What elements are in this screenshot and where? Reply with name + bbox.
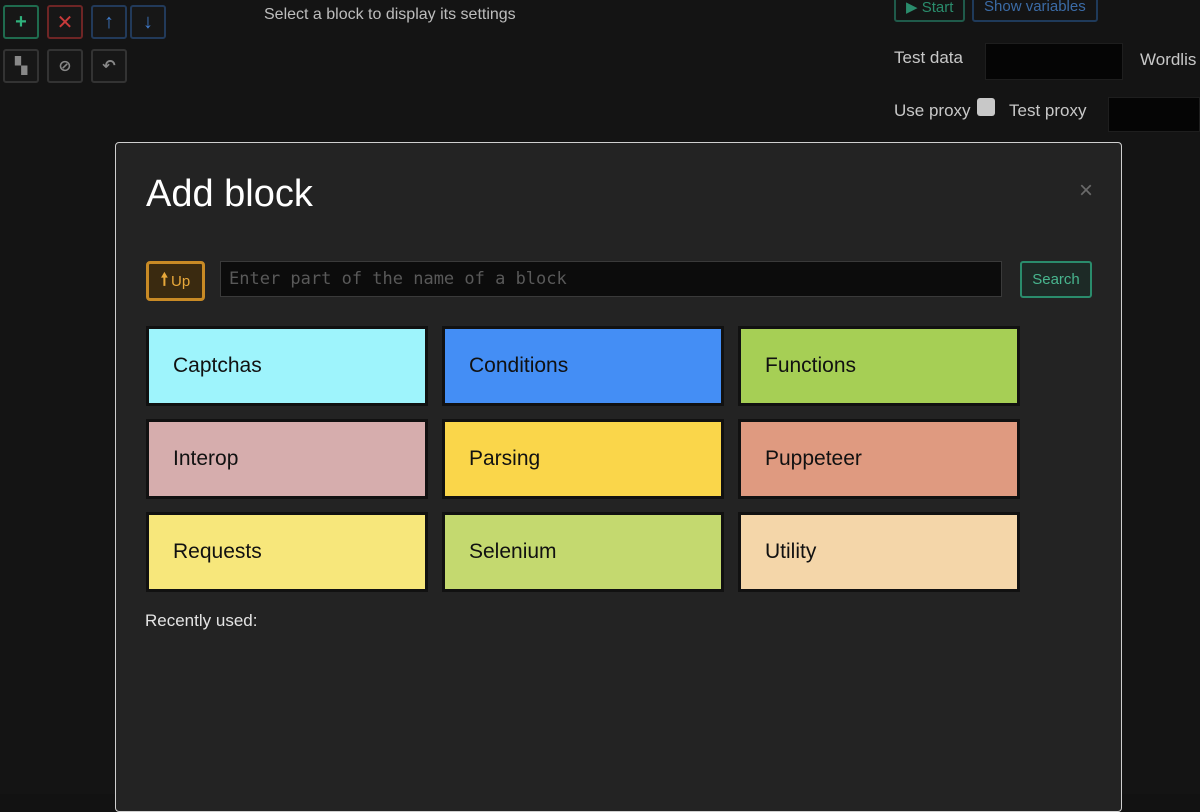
test-data-input[interactable] [985,43,1123,80]
arrow-down-icon: ↓ [143,10,153,33]
move-down-button[interactable]: ↓ [130,5,166,39]
start-button[interactable]: ▶ Start [894,0,966,22]
category-tile-captchas[interactable]: Captchas [146,326,428,406]
plus-icon: + [15,10,27,33]
recently-used-label: Recently used: [145,611,258,630]
test-data-label: Test data [894,48,963,67]
x-icon: ✕ [56,11,74,34]
use-proxy-checkbox[interactable] [977,98,995,116]
up-button[interactable]: 🠕 Up [146,261,205,301]
test-proxy-label: Test proxy [1009,101,1087,120]
disable-block-button[interactable]: ⊘ [47,49,83,83]
remove-block-button[interactable]: ✕ [47,5,83,39]
category-tile-parsing[interactable]: Parsing [442,419,724,499]
category-tile-utility[interactable]: Utility [738,512,1020,592]
arrow-up-icon: ↑ [104,10,114,33]
category-tile-interop[interactable]: Interop [146,419,428,499]
category-tile-functions[interactable]: Functions [738,326,1020,406]
category-tile-selenium[interactable]: Selenium [442,512,724,592]
add-block-modal: Add block × 🠕 Up Search CaptchasConditio… [115,142,1122,812]
category-tile-conditions[interactable]: Conditions [442,326,724,406]
category-tile-puppeteer[interactable]: Puppeteer [738,419,1020,499]
add-block-button[interactable]: + [3,5,39,39]
search-button[interactable]: Search [1020,261,1092,298]
test-proxy-input[interactable] [1108,97,1200,132]
modal-title: Add block [146,173,313,215]
move-up-button[interactable]: ↑ [91,5,127,39]
settings-hint: Select a block to display its settings [264,6,516,23]
show-variables-button[interactable]: Show variables [972,0,1098,22]
arrow-up-icon: 🠕 [160,269,169,289]
category-tile-requests[interactable]: Requests [146,512,428,592]
block-search-input[interactable] [220,261,1002,297]
undo-icon: ↶ [102,58,116,75]
disable-icon: ⊘ [58,58,72,75]
use-proxy-label: Use proxy [894,101,971,120]
clone-icon: ▚ [14,58,28,75]
up-button-label: Up [171,272,191,290]
undo-button[interactable]: ↶ [91,49,127,83]
wordlist-label: Wordlis [1140,50,1197,69]
close-icon[interactable]: × [1079,179,1093,203]
clone-block-button[interactable]: ▚ [3,49,39,83]
